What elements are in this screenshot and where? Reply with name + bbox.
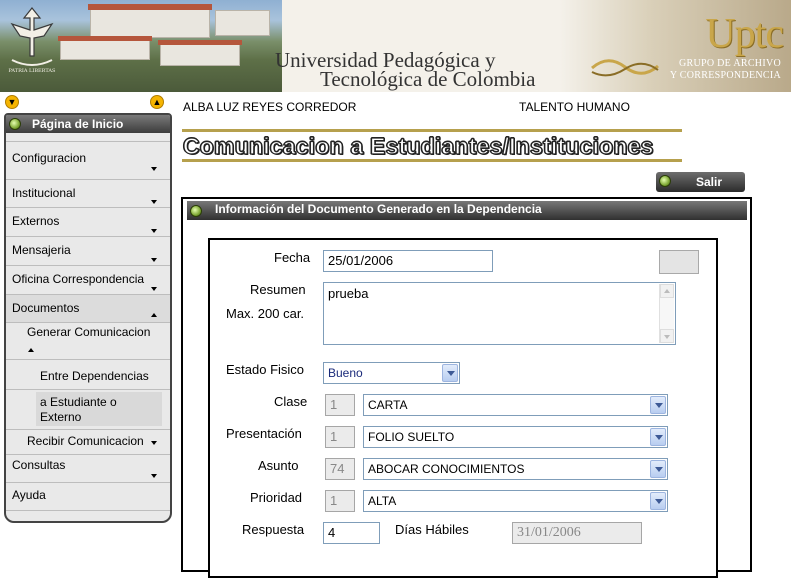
sidebar-item-externos[interactable]: Externos: [6, 208, 170, 237]
sidebar-item-generar-comunicacion[interactable]: Generar Comunicacion: [6, 323, 170, 360]
collapse-up-icon[interactable]: ▲: [150, 95, 164, 109]
sidebar-item-consultas[interactable]: Consultas: [6, 455, 170, 483]
chevron-down-icon: [151, 229, 157, 233]
uptc-logo-area: Uptc GRUPO DE ARCHIVO Y CORRESPONDENCIA: [560, 0, 791, 92]
header-banner: PATRIA LIBERTAS Universidad Pedagógica y…: [0, 0, 791, 92]
green-indicator-icon: [190, 205, 202, 217]
chevron-down-icon: [650, 428, 666, 446]
sidebar-item-recibir-comunicacion[interactable]: Recibir Comunicacion: [6, 430, 170, 455]
chevron-down-icon: [442, 364, 458, 382]
resumen-textarea[interactable]: prueba: [323, 282, 676, 345]
group-name: GRUPO DE ARCHIVO Y CORRESPONDENCIA: [669, 58, 781, 81]
university-name-line2: Tecnológica de Colombia: [320, 67, 536, 91]
sidebar-item-oficina-correspondencia[interactable]: Oficina Correspondencia: [6, 266, 170, 295]
textarea-scrollbar[interactable]: [659, 284, 674, 343]
resumen-label: Resumen: [250, 282, 306, 297]
fecha-label: Fecha: [274, 250, 311, 265]
clase-select[interactable]: CARTA: [363, 394, 668, 416]
collapse-down-icon[interactable]: ▼: [5, 95, 19, 109]
document-info-panel: Información del Documento Generado en la…: [181, 197, 752, 578]
fecha-respuesta-field: 31/01/2006: [512, 522, 642, 544]
sidebar-item-estudiante-externo[interactable]: a Estudiante o Externo: [6, 390, 170, 430]
green-indicator-icon: [9, 118, 21, 130]
page-title-bar: Comunicacion a Estudiantes/Instituciones: [182, 129, 682, 162]
document-form: Fecha 25/01/2006 Resumen Max. 200 car. p…: [208, 238, 718, 578]
university-crest-icon: PATRIA LIBERTAS: [9, 7, 56, 74]
chevron-down-icon: [151, 474, 157, 478]
estado-select[interactable]: Bueno: [323, 362, 460, 384]
uptc-logo: Uptc: [705, 11, 784, 57]
sidebar-item-documentos[interactable]: Documentos: [6, 295, 170, 323]
chevron-up-icon: [151, 313, 157, 317]
exit-button[interactable]: Salir: [656, 172, 745, 192]
sidebar-item-configuracion[interactable]: Configuracion: [6, 141, 170, 180]
presentacion-label: Presentación: [226, 426, 302, 441]
ribbon-ornament-icon: [591, 59, 659, 77]
page-title: Comunicacion a Estudiantes/Instituciones: [182, 132, 654, 159]
respuesta-label: Respuesta: [242, 522, 305, 537]
prioridad-select[interactable]: ALTA: [363, 490, 668, 512]
panel-title: Información del Documento Generado en la…: [215, 202, 542, 216]
svg-text:PATRIA LIBERTAS: PATRIA LIBERTAS: [9, 68, 56, 74]
chevron-down-icon: [151, 167, 157, 171]
chevron-down-icon: [151, 287, 157, 291]
estado-label: Estado Fisico: [226, 362, 305, 377]
sidebar-item-mensajeria[interactable]: Mensajeria: [6, 237, 170, 266]
presentacion-select[interactable]: FOLIO SUELTO: [363, 426, 668, 448]
chevron-down-icon: [650, 396, 666, 414]
chevron-down-icon: [151, 441, 157, 445]
sidebar-item-ayuda[interactable]: Ayuda: [6, 483, 170, 511]
resumen-hint: Max. 200 car.: [226, 306, 305, 321]
panel-header: Información del Documento Generado en la…: [187, 201, 747, 220]
chevron-down-icon: [650, 492, 666, 510]
clase-label: Clase: [274, 394, 308, 409]
asunto-select[interactable]: ABOCAR CONOCIMIENTOS: [363, 458, 668, 480]
green-indicator-icon: [659, 175, 671, 187]
status-box: [659, 250, 699, 274]
sidebar-item-entre-dependencias[interactable]: Entre Dependencias: [6, 360, 170, 390]
prioridad-label: Prioridad: [250, 490, 303, 505]
chevron-down-icon: [650, 460, 666, 478]
fecha-input[interactable]: 25/01/2006: [323, 250, 493, 272]
chevron-down-icon: [151, 200, 157, 204]
asunto-code: 74: [325, 458, 355, 480]
user-department: TALENTO HUMANO: [519, 100, 630, 114]
asunto-label: Asunto: [258, 458, 299, 473]
dias-habiles-label: Días Hábiles: [395, 522, 469, 537]
chevron-down-icon: [151, 258, 157, 262]
university-name: Universidad Pedagógica y Tecnológica de …: [272, 48, 535, 92]
prioridad-code: 1: [325, 490, 355, 512]
sidebar-menu: Página de Inicio Configuracion Instituci…: [4, 113, 172, 523]
clase-code: 1: [325, 394, 355, 416]
user-name: ALBA LUZ REYES CORREDOR: [183, 100, 357, 114]
chevron-up-icon: [28, 348, 34, 352]
sidebar-item-home[interactable]: Página de Inicio: [6, 115, 170, 133]
sidebar-item-institucional[interactable]: Institucional: [6, 180, 170, 208]
respuesta-input[interactable]: 4: [323, 522, 380, 544]
presentacion-code: 1: [325, 426, 355, 448]
